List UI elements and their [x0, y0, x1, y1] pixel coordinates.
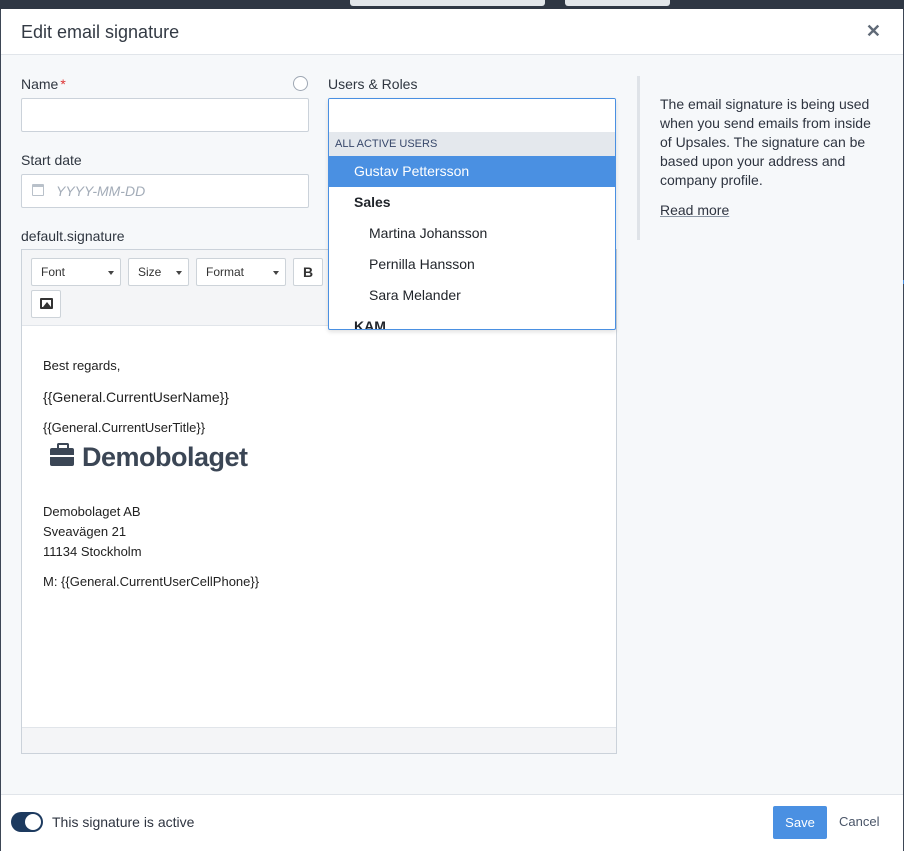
- logo-text: Demobolaget: [82, 441, 248, 472]
- name-label-text: Name: [21, 76, 59, 92]
- modal-footer: This signature is active Save Cancel: [1, 794, 903, 851]
- active-toggle-label: This signature is active: [52, 814, 195, 830]
- users-roles-label: Users & Roles: [328, 76, 418, 92]
- greeting-line: Best regards,: [43, 358, 121, 373]
- signature-info-text: The email signature is being used when y…: [660, 96, 871, 188]
- background-search-pill: [350, 0, 545, 6]
- insert-image-button[interactable]: [31, 290, 61, 318]
- name-radio-circle[interactable]: [293, 76, 308, 91]
- modal-title: Edit email signature: [21, 22, 180, 42]
- editor-statusbar: [22, 727, 616, 753]
- dropdown-group-header: ALL ACTIVE USERS: [329, 132, 615, 156]
- format-select[interactable]: Format: [196, 258, 286, 286]
- chevron-down-icon: [176, 271, 182, 275]
- mobile-line: M: {{General.CurrentUserCellPhone}}: [43, 574, 260, 589]
- font-select-label: Font: [41, 265, 66, 279]
- dropdown-item-gustav-pettersson[interactable]: Gustav Pettersson: [329, 156, 615, 187]
- user-name-line: {{General.CurrentUserName}}: [43, 389, 229, 405]
- chevron-down-icon: [108, 271, 114, 275]
- signature-label: default.signature: [21, 228, 125, 244]
- name-label: Name *: [21, 76, 66, 92]
- users-roles-search-input[interactable]: [329, 99, 615, 132]
- chevron-down-icon: [273, 271, 279, 275]
- dropdown-item-sara-melander[interactable]: Sara Melander: [329, 280, 615, 311]
- size-select-label: Size: [138, 265, 162, 279]
- format-select-label: Format: [206, 265, 245, 279]
- size-select[interactable]: Size: [128, 258, 189, 286]
- city-line: 11134 Stockholm: [43, 544, 142, 559]
- user-title-line: {{General.CurrentUserTitle}}: [43, 420, 206, 435]
- bold-button[interactable]: B: [293, 258, 323, 286]
- toggle-knob: [25, 814, 41, 830]
- edit-signature-modal: Edit email signature ✕ Name * Start date …: [1, 9, 903, 851]
- street-line: Sveavägen 21: [43, 524, 127, 539]
- sidebar-divider: [637, 76, 640, 240]
- company-logo: Demobolaget: [50, 440, 248, 474]
- start-date-label: Start date: [21, 152, 82, 168]
- dropdown-item-martina-johansson[interactable]: Martina Johansson: [329, 218, 615, 249]
- company-line: Demobolaget AB: [43, 504, 141, 519]
- save-button[interactable]: Save: [773, 806, 827, 839]
- background-pill: [565, 0, 670, 6]
- briefcase-icon: [50, 443, 74, 466]
- required-marker: *: [60, 76, 66, 92]
- close-icon[interactable]: ✕: [866, 21, 881, 42]
- active-toggle[interactable]: [11, 812, 43, 832]
- read-more-link[interactable]: Read more: [660, 202, 729, 218]
- start-date-field[interactable]: YYYY-MM-DD: [21, 174, 309, 208]
- dropdown-group-kam[interactable]: KAM: [329, 311, 615, 329]
- dropdown-item-pernilla-hansson[interactable]: Pernilla Hansson: [329, 249, 615, 280]
- users-roles-dropdown[interactable]: ALL ACTIVE USERS Gustav Pettersson Sales…: [328, 98, 616, 330]
- calendar-icon: [32, 184, 44, 196]
- cancel-button[interactable]: Cancel: [839, 814, 879, 829]
- modal-header: Edit email signature ✕: [1, 9, 903, 55]
- font-select[interactable]: Font: [31, 258, 121, 286]
- name-field[interactable]: [21, 98, 309, 132]
- dropdown-group-sales[interactable]: Sales: [329, 187, 615, 218]
- image-icon: [40, 298, 53, 309]
- start-date-placeholder: YYYY-MM-DD: [56, 183, 146, 199]
